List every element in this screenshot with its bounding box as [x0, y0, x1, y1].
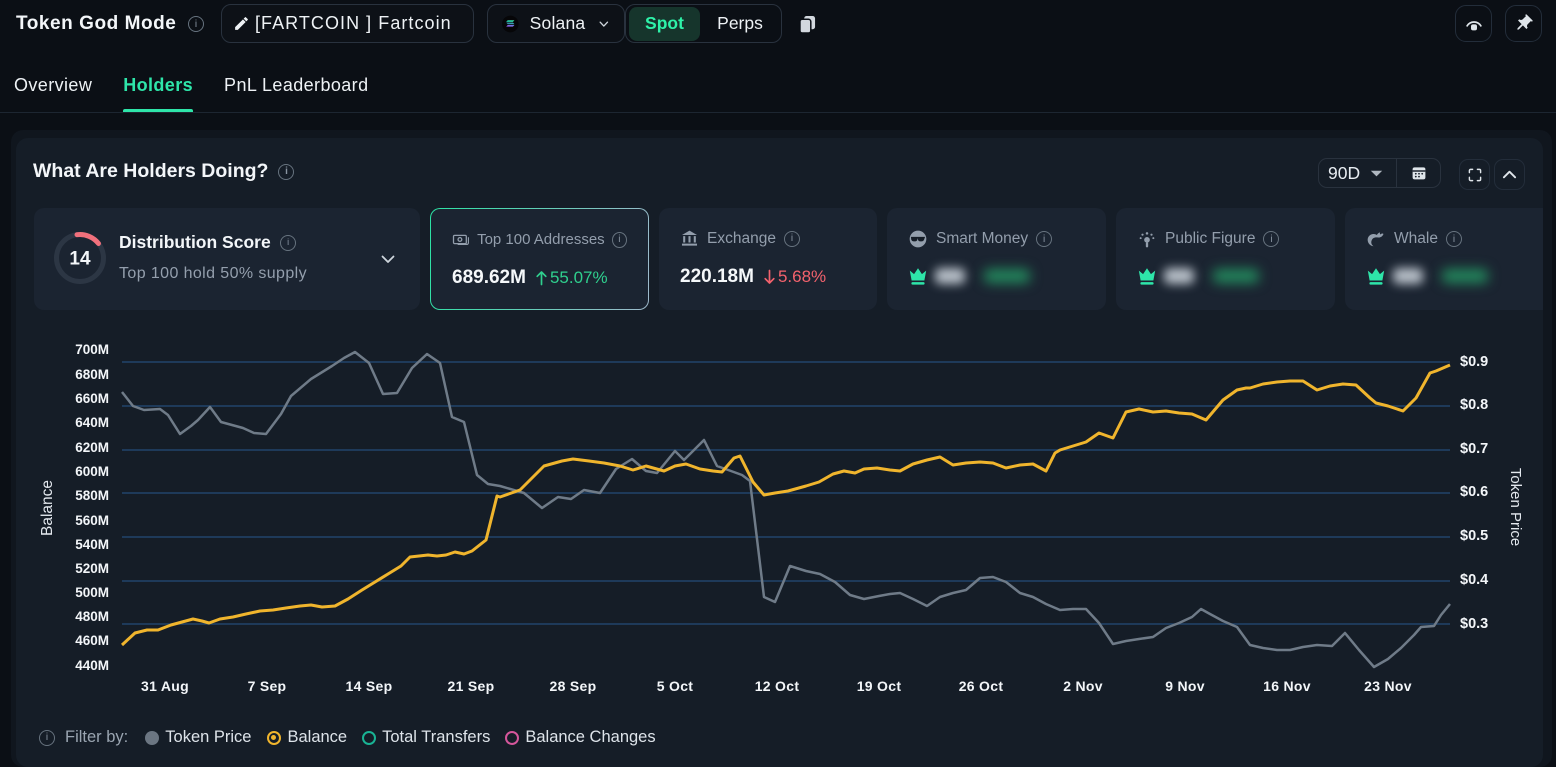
svg-text:14: 14	[69, 249, 91, 270]
